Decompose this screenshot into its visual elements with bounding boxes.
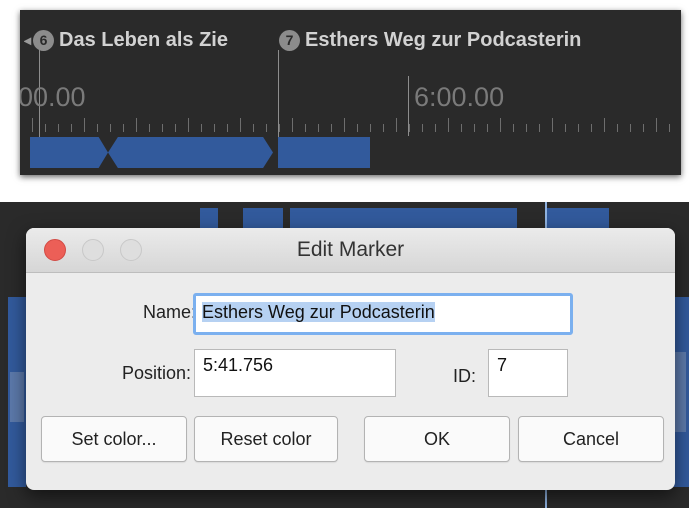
ruler-tick bbox=[58, 124, 59, 132]
track-segment[interactable] bbox=[30, 137, 108, 168]
name-input-value: Esthers Weg zur Podcasterin bbox=[202, 302, 435, 322]
track-segment[interactable] bbox=[108, 137, 273, 168]
ruler-tick bbox=[97, 124, 98, 132]
ruler-tick bbox=[396, 118, 397, 132]
ruler-tick bbox=[552, 118, 553, 132]
ruler-tick bbox=[383, 124, 384, 132]
time-label-start: 00.00 bbox=[20, 82, 86, 112]
ruler-tick bbox=[136, 118, 137, 132]
ruler-tick bbox=[149, 124, 150, 132]
ruler-tick bbox=[110, 124, 111, 132]
ruler-tick bbox=[240, 118, 241, 132]
ruler-tick bbox=[331, 124, 332, 132]
marker-timeline: ◂ 6 Das Leben als Zie 7 Esthers Weg zur … bbox=[20, 10, 681, 175]
ruler-tick bbox=[214, 124, 215, 132]
ruler-tick bbox=[565, 124, 566, 132]
ruler-tick bbox=[253, 124, 254, 132]
cancel-button[interactable]: Cancel bbox=[518, 416, 664, 462]
ruler-tick bbox=[84, 118, 85, 132]
ruler-tick bbox=[344, 118, 345, 132]
ruler-tick bbox=[266, 124, 267, 132]
ruler-tick bbox=[591, 124, 592, 132]
edit-marker-dialog: Edit Marker Name: Esthers Weg zur Podcas… bbox=[26, 228, 675, 490]
ruler-tick bbox=[578, 124, 579, 132]
ruler-tick bbox=[617, 124, 618, 132]
track-segment[interactable] bbox=[278, 137, 370, 168]
ruler-tick bbox=[175, 124, 176, 132]
time-label-6min: 6:00.00 bbox=[414, 82, 505, 112]
ruler-tick bbox=[656, 118, 657, 132]
ruler-tick bbox=[669, 124, 670, 132]
ruler-tick bbox=[357, 124, 358, 132]
ruler-tick bbox=[630, 124, 631, 132]
marker-arrow-icon: ◂ bbox=[24, 31, 32, 48]
marker-7[interactable]: 7 Esthers Weg zur Podcasterin bbox=[279, 26, 679, 54]
ruler-tick bbox=[370, 124, 371, 132]
ruler-tick bbox=[45, 124, 46, 132]
ruler-tick bbox=[461, 124, 462, 132]
ruler-tick bbox=[227, 124, 228, 132]
ruler-tick bbox=[32, 118, 33, 132]
ruler-tick bbox=[604, 118, 605, 132]
ruler-tick bbox=[162, 124, 163, 132]
ruler-tick bbox=[474, 124, 475, 132]
reset-color-button[interactable]: Reset color bbox=[194, 416, 338, 462]
ruler-tick bbox=[643, 124, 644, 132]
ok-button[interactable]: OK bbox=[364, 416, 510, 462]
ruler-tick bbox=[292, 118, 293, 132]
position-input[interactable]: 5:41.756 bbox=[194, 349, 396, 397]
ruler-tick bbox=[448, 118, 449, 132]
name-input[interactable]: Esthers Weg zur Podcasterin bbox=[193, 293, 573, 335]
position-label: Position: bbox=[121, 363, 191, 383]
ruler-tick bbox=[422, 124, 423, 132]
marker-label: Das Leben als Zie bbox=[59, 28, 228, 51]
ruler-tick bbox=[279, 124, 280, 132]
marker-label: Esthers Weg zur Podcasterin bbox=[305, 28, 582, 51]
set-color-button[interactable]: Set color... bbox=[41, 416, 187, 462]
ruler-tick bbox=[201, 124, 202, 132]
ruler-tick bbox=[500, 118, 501, 132]
ruler-tick bbox=[188, 118, 189, 132]
marker-6[interactable]: ◂ 6 Das Leben als Zie bbox=[24, 26, 279, 54]
marker-number-badge: 7 bbox=[279, 29, 300, 51]
ruler-tick bbox=[526, 124, 527, 132]
ruler-tick bbox=[513, 124, 514, 132]
dialog-titlebar[interactable]: Edit Marker bbox=[26, 228, 675, 273]
ruler-tick bbox=[71, 124, 72, 132]
name-label: Name: bbox=[142, 302, 196, 322]
ruler-tick bbox=[539, 124, 540, 132]
ruler-tick bbox=[305, 124, 306, 132]
ruler-tick bbox=[487, 124, 488, 132]
waveform bbox=[10, 372, 24, 422]
marker-number-badge: 6 bbox=[33, 29, 55, 51]
ruler-tick bbox=[123, 124, 124, 132]
ruler-tick bbox=[409, 124, 410, 132]
ruler-tick bbox=[435, 124, 436, 132]
id-label: ID: bbox=[452, 366, 476, 386]
dialog-title: Edit Marker bbox=[296, 238, 405, 261]
ruler-tick bbox=[318, 124, 319, 132]
id-input[interactable]: 7 bbox=[488, 349, 568, 397]
